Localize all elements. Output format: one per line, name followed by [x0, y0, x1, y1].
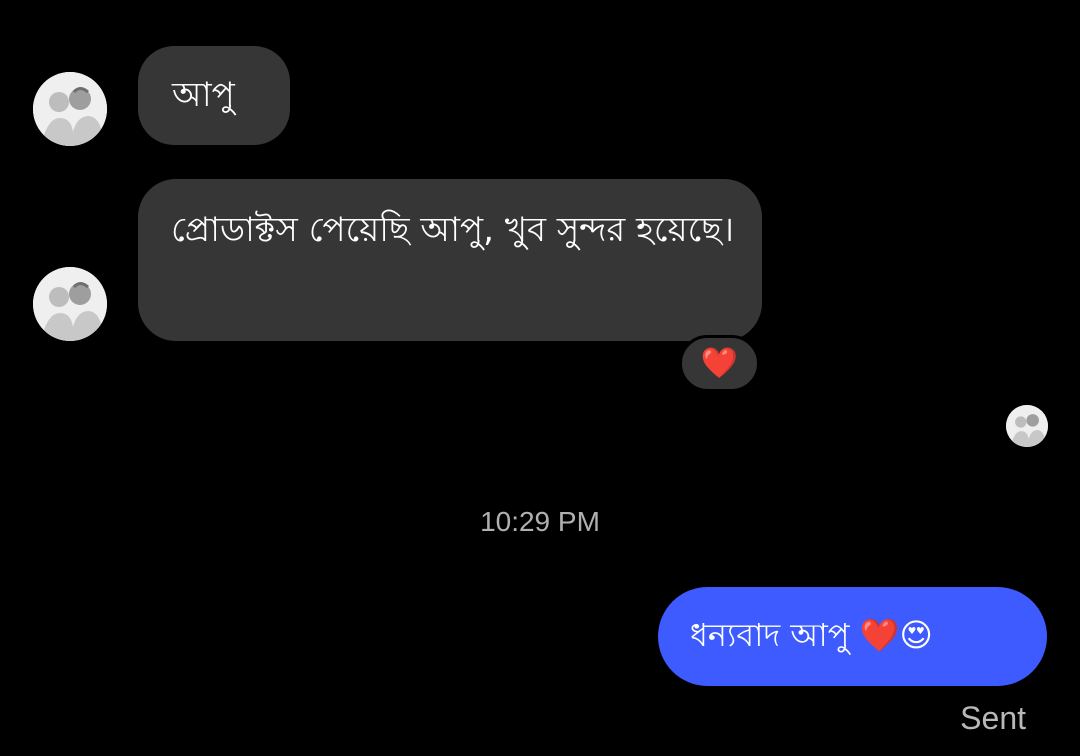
- heart-reaction-badge[interactable]: ❤️: [679, 335, 760, 392]
- time-divider: 10:29 PM: [480, 506, 600, 537]
- read-receipt-avatar: [1006, 405, 1048, 447]
- message-text: প্রোডাক্টস পেয়েছি আপু, খুব সুন্দর হয়েছ…: [171, 210, 735, 250]
- incoming-message-bubble[interactable]: প্রোডাক্টস পেয়েছি আপু, খুব সুন্দর হয়েছ…: [138, 179, 762, 341]
- contact-photo-icon: [33, 72, 107, 146]
- incoming-message-bubble[interactable]: আপু: [138, 46, 290, 145]
- contact-avatar[interactable]: [33, 72, 107, 146]
- contact-avatar[interactable]: [33, 267, 107, 341]
- message-text: আপু: [172, 75, 235, 115]
- red-heart-icon: ❤️: [700, 345, 739, 381]
- message-text: ধন্যবাদ আপু ❤️😍: [690, 615, 933, 654]
- outgoing-message-bubble[interactable]: ধন্যবাদ আপু ❤️😍: [658, 587, 1047, 686]
- contact-photo-icon: [1006, 405, 1048, 447]
- contact-photo-icon: [33, 267, 107, 341]
- message-status: Sent: [960, 700, 1026, 736]
